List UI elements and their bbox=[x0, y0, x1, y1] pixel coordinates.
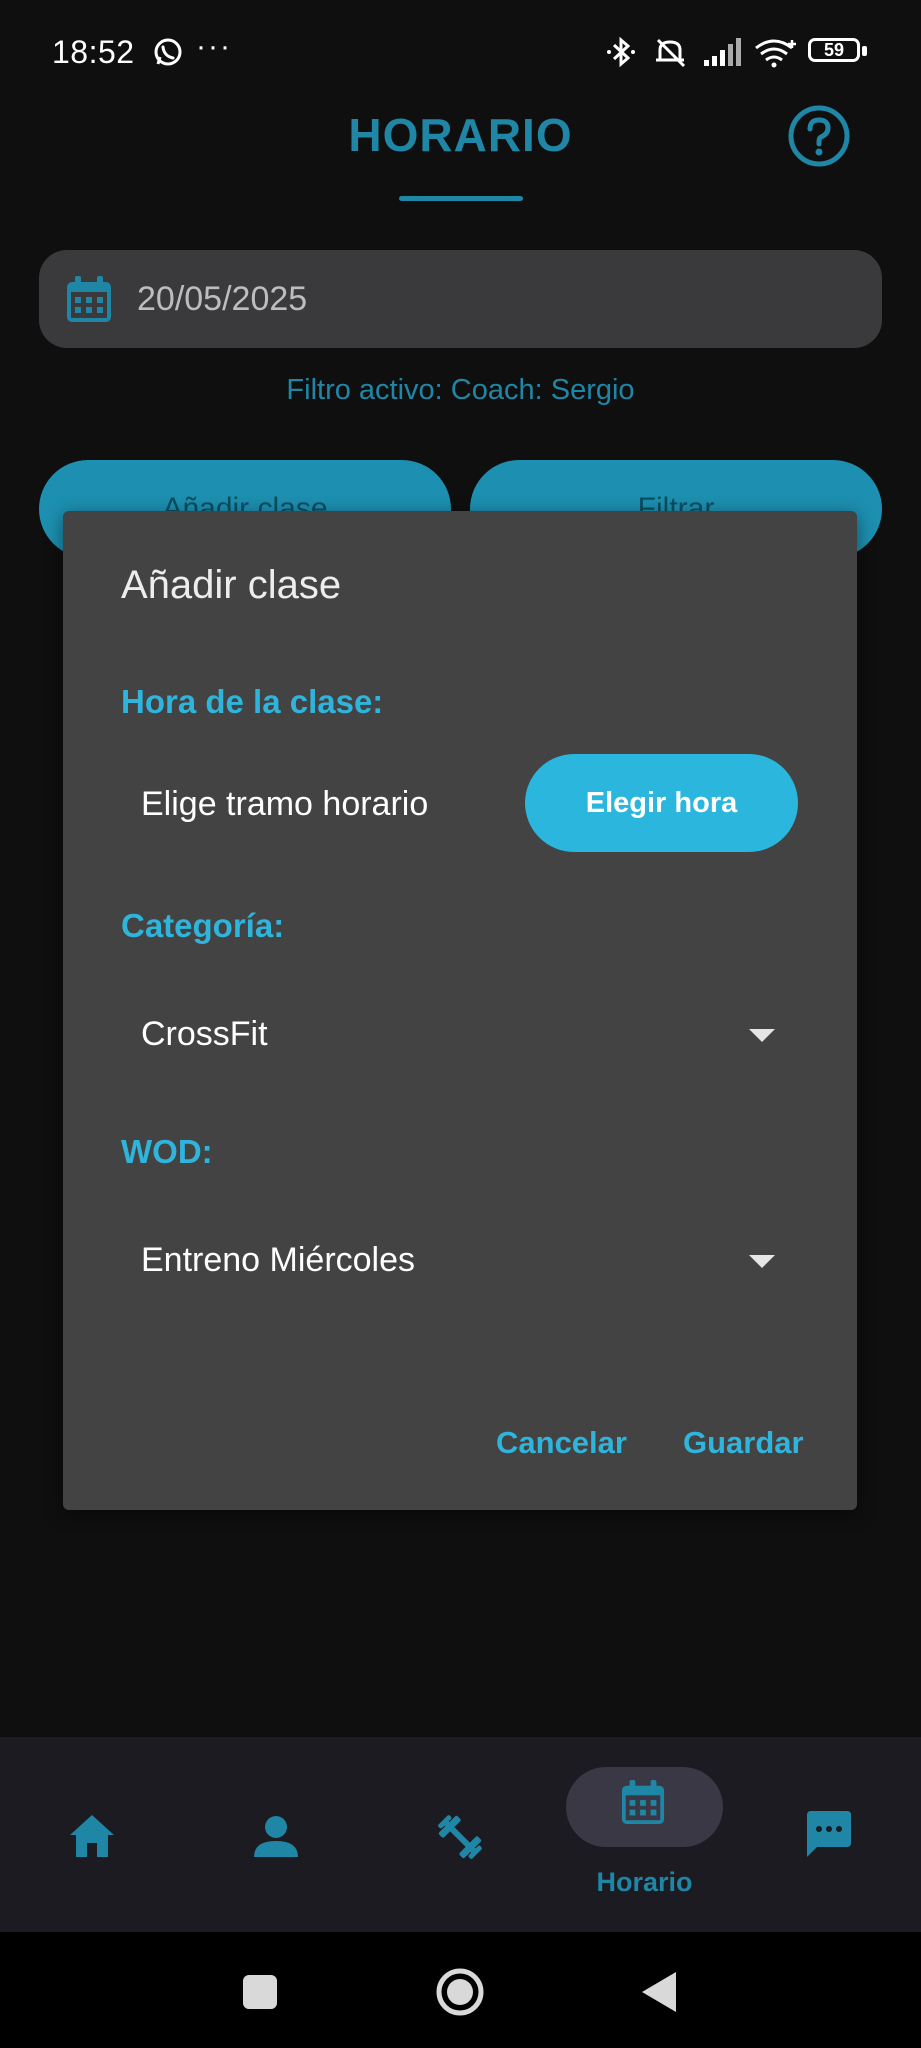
date-field[interactable]: 20/05/2025 bbox=[39, 250, 882, 348]
chevron-down-icon bbox=[749, 1029, 775, 1042]
chevron-down-icon bbox=[749, 1255, 775, 1268]
nav-item-schedule[interactable]: Horario bbox=[552, 1737, 737, 1932]
dialog-title: Añadir clase bbox=[121, 563, 342, 607]
battery-level: 59 bbox=[823, 40, 845, 60]
home-icon bbox=[70, 1815, 114, 1857]
status-time: 18:52 bbox=[52, 34, 135, 70]
mute-icon bbox=[656, 38, 686, 68]
category-section-label: Categoría: bbox=[121, 907, 285, 944]
back-button[interactable] bbox=[640, 1970, 678, 2014]
time-placeholder: Elige tramo horario bbox=[141, 785, 429, 823]
choose-time-button[interactable]: Elegir hora bbox=[525, 754, 798, 852]
dumbbell-icon bbox=[438, 1815, 482, 1859]
save-button[interactable]: Guardar bbox=[683, 1425, 804, 1461]
person-icon bbox=[254, 1816, 298, 1857]
calendar-icon bbox=[67, 276, 111, 322]
category-selected-value: CrossFit bbox=[141, 1015, 268, 1053]
time-section-label: Hora de la clase: bbox=[121, 683, 384, 720]
whatsapp-icon bbox=[154, 38, 182, 66]
wod-dropdown[interactable]: Entreno Miércoles bbox=[141, 1233, 775, 1293]
battery-icon: 59 bbox=[808, 36, 870, 68]
wifi-icon bbox=[755, 39, 796, 68]
wod-selected-value: Entreno Miércoles bbox=[141, 1241, 416, 1279]
recents-button[interactable] bbox=[243, 1975, 277, 2009]
nav-item-chat[interactable] bbox=[737, 1737, 921, 1932]
chat-icon bbox=[807, 1811, 851, 1857]
date-value: 20/05/2025 bbox=[137, 280, 308, 318]
calendar-icon bbox=[621, 1779, 665, 1825]
category-dropdown[interactable]: CrossFit bbox=[141, 1007, 775, 1067]
wod-section-label: WOD: bbox=[121, 1133, 213, 1170]
help-circle-icon[interactable] bbox=[787, 104, 851, 168]
nav-item-home[interactable] bbox=[0, 1737, 184, 1932]
title-underline bbox=[399, 196, 523, 201]
add-class-dialog: Añadir clase Hora de la clase: Elige tra… bbox=[63, 511, 857, 1510]
active-filter-text: Filtro activo: Coach: Sergio bbox=[286, 374, 635, 406]
bottom-navigation: Horario bbox=[0, 1737, 921, 1932]
status-overflow: ··· bbox=[196, 30, 232, 63]
nav-item-workouts[interactable] bbox=[368, 1737, 552, 1932]
bluetooth-icon bbox=[607, 36, 635, 68]
home-button[interactable] bbox=[435, 1967, 485, 2017]
nav-label-schedule: Horario bbox=[596, 1867, 693, 1897]
cancel-button[interactable]: Cancelar bbox=[496, 1425, 627, 1461]
page-title: HORARIO bbox=[348, 109, 573, 161]
signal-icon bbox=[704, 38, 741, 66]
nav-item-profile[interactable] bbox=[184, 1737, 368, 1932]
